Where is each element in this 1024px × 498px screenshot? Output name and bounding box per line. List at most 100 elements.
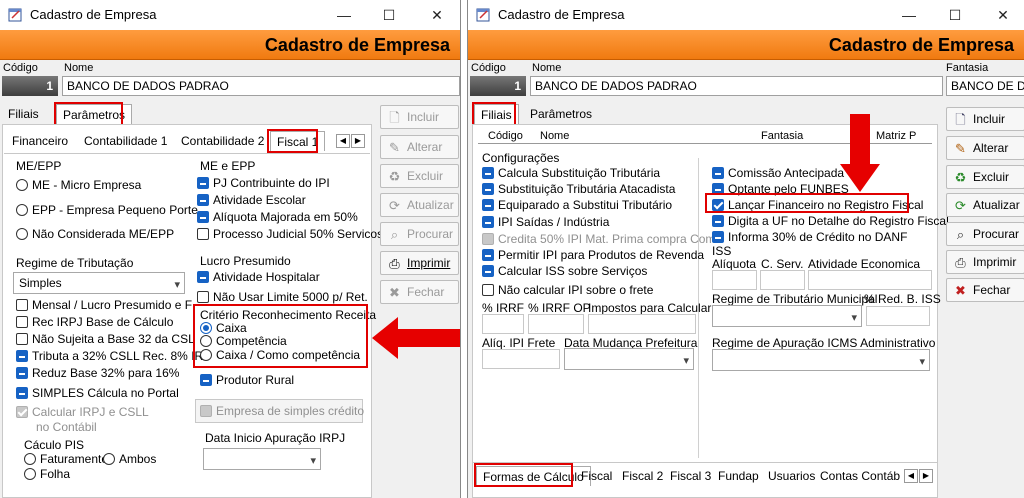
grid-col-nome[interactable]: Nome [540,130,569,142]
checkbox-tributa-32[interactable]: Tributa a 32% CSLL Rec. 8% IR [16,349,203,365]
radio-faturamento[interactable]: Faturamento [24,452,108,468]
checkbox-atividade-escolar[interactable]: Atividade Escolar [197,193,306,209]
nome-field[interactable]: BANCO DE DADOS PADRAO [530,76,943,96]
excluir-button[interactable]: ♻ Excluir [946,165,1024,189]
checkbox-produtor-rural[interactable]: Produtor Rural [200,373,294,389]
maximize-button[interactable]: ☐ [378,5,400,25]
close-button[interactable]: ✕ [426,5,448,25]
checkbox-calcular-irpj[interactable]: Calcular IRPJ e CSLL [16,405,149,421]
incluir-button[interactable]: 🗋 Incluir [946,107,1024,131]
c-serv-input[interactable] [760,270,805,290]
fechar-button[interactable]: ✖ Fechar [946,278,1024,302]
checkbox-nao-calcular-ipi[interactable]: Não calcular IPI sobre o frete [482,283,653,299]
tab-contabilidade-1[interactable]: Contabilidade 1 [78,131,173,151]
tab-formas-calculo[interactable]: Formas de Cálculo [476,466,591,486]
checkbox-empresa-simples[interactable]: Empresa de simples crédito [200,404,364,420]
checkbox-reduz-base[interactable]: Reduz Base 32% para 16% [16,366,179,382]
aliq-ipi-input[interactable] [482,349,560,369]
fechar-button[interactable]: ✖ Fechar [380,280,459,304]
data-mud-select[interactable]: ▾ [564,348,694,370]
checkbox-pj-contribuinte[interactable]: PJ Contribuinte do IPI [197,176,330,192]
grid-col-fantasia[interactable]: Fantasia [761,130,803,142]
alterar-button[interactable]: ✎ Alterar [946,136,1024,160]
tab-scroll-right[interactable]: ▶ [919,469,933,483]
checkbox-atividade-hospitalar[interactable]: Atividade Hospitalar [197,270,320,286]
tab-fundap[interactable]: Fundap [712,466,765,486]
regime-mun-select[interactable]: ▾ [712,305,862,327]
irrf-op-input[interactable] [528,314,584,334]
atividade-input[interactable] [808,270,932,290]
window-title: Cadastro de Empresa [498,7,625,22]
radio-caixa-competencia[interactable]: Caixa / Como competência [200,348,360,364]
minimize-button[interactable]: — [333,5,355,25]
close-button[interactable]: ✕ [992,5,1014,25]
tab-scroll-left[interactable]: ◀ [336,134,350,148]
checkbox-comissao-antecipada[interactable]: Comissão Antecipada [712,166,844,182]
tab-fiscal[interactable]: Fiscal [575,466,618,486]
checkbox-credita-50[interactable]: Credita 50% IPI Mat. Prima compra Com. [482,232,719,248]
aliquota-input[interactable] [712,270,757,290]
tab-filiais[interactable]: Filiais [474,104,519,124]
grid-col-codigo[interactable]: Código [488,130,523,142]
imprimir-button[interactable]: ⎙ Imprimir [946,250,1024,274]
tab-contas-contabeis[interactable]: Contas Contábei [814,466,900,486]
tab-parametros[interactable]: Parâmetros [56,104,133,124]
grid-col-matriz[interactable]: Matriz P [876,130,916,142]
red-iss-input[interactable] [866,306,930,326]
checkbox-calcular-iss[interactable]: Calcular ISS sobre Serviços [482,264,647,280]
nome-field[interactable]: BANCO DE DADOS PADRAO [62,76,460,96]
data-inicio-select[interactable]: ▾ [203,448,321,470]
radio-ambos[interactable]: Ambos [103,452,156,468]
configuracoes-title: Configurações [482,151,560,165]
tab-financeiro[interactable]: Financeiro [6,131,74,151]
checkbox-rec-irpj[interactable]: Rec IRPJ Base de Cálculo [16,315,173,331]
impostos-input[interactable] [588,314,696,334]
irrf-input[interactable] [482,314,524,334]
radio-epp[interactable]: EPP - Empresa Pequeno Porte [16,203,198,219]
checkbox-mensal[interactable]: Mensal / Lucro Presumido e F [16,298,192,314]
radio-folha[interactable]: Folha [24,467,70,483]
atualizar-button[interactable]: ⟳ Atualizar [380,193,459,217]
maximize-button[interactable]: ☐ [944,5,966,25]
minimize-button[interactable]: — [898,5,920,25]
checkbox-permitir-ipi[interactable]: Permitir IPI para Produtos de Revenda [482,248,704,264]
procurar-button[interactable]: ⌕ Procurar [946,222,1024,246]
checkbox-processo-judicial[interactable]: Processo Judicial 50% Servicos [197,227,383,243]
checkbox-aliquota-majorada[interactable]: Alíquota Majorada em 50% [197,210,358,226]
tab-scroll-right[interactable]: ▶ [351,134,365,148]
incluir-button[interactable]: 🗋 Incluir [380,105,459,129]
tab-fiscal-1[interactable]: Fiscal 1 [270,131,326,151]
tab-fiscal-2[interactable]: Fiscal 2 [616,466,669,486]
codigo-field[interactable]: 1 [2,76,58,96]
checkbox-informa-30[interactable]: Informa 30% de Crédito no DANF [712,230,907,246]
procurar-button[interactable]: ⌕ Procurar [380,222,459,246]
tab-filiais[interactable]: Filiais [2,104,45,124]
regime-icms-select[interactable]: ▾ [712,349,930,371]
radio-me[interactable]: ME - Micro Empresa [16,178,141,194]
codigo-label: Código [3,62,38,74]
excluir-button[interactable]: ♻ Excluir [380,164,459,188]
radio-nao-considerada[interactable]: Não Considerada ME/EPP [16,227,174,243]
checkbox-equiparado[interactable]: Equiparado a Substitui Tributário [482,198,672,214]
imprimir-button[interactable]: ⎙ Imprimir [380,251,459,275]
regime-select[interactable]: Simples ▾ [13,272,185,294]
checkbox-nao-sujeita[interactable]: Não Sujeita a Base 32 da CSL [16,332,195,348]
checkbox-ipi-saidas[interactable]: IPI Saídas / Indústria [482,215,609,231]
codigo-field[interactable]: 1 [470,76,526,96]
checkbox-digita-uf[interactable]: Digita a UF no Detalhe do Registro Fisca… [712,214,949,230]
tab-parametros[interactable]: Parâmetros [524,104,598,124]
checkbox-optante-funbes[interactable]: Optante pelo FUNBES [712,182,849,198]
fantasia-field[interactable]: BANCO DE DA [946,76,1024,96]
tab-fiscal-3[interactable]: Fiscal 3 [664,466,717,486]
checkbox-calcula-st[interactable]: Calcula Substituição Tributária [482,166,660,182]
checkbox-st-atacadista[interactable]: Substituição Tributária Atacadista [482,182,675,198]
alterar-button[interactable]: ✎ Alterar [380,135,459,159]
checkbox-lancar-financeiro[interactable]: Lançar Financeiro no Registro Fiscal [712,198,923,214]
tab-usuarios[interactable]: Usuarios [762,466,821,486]
checkbox-simples-portal[interactable]: SIMPLES Cálcula no Portal [16,386,179,402]
tab-contabilidade-2[interactable]: Contabilidade 2 [175,131,270,151]
tab-scroll-left[interactable]: ◀ [904,469,918,483]
checkbox-nao-usar-limite[interactable]: Não Usar Limite 5000 p/ Ret. [197,290,368,306]
atualizar-button[interactable]: ⟳ Atualizar [946,193,1024,217]
close-window-icon: ✖ [955,283,966,298]
